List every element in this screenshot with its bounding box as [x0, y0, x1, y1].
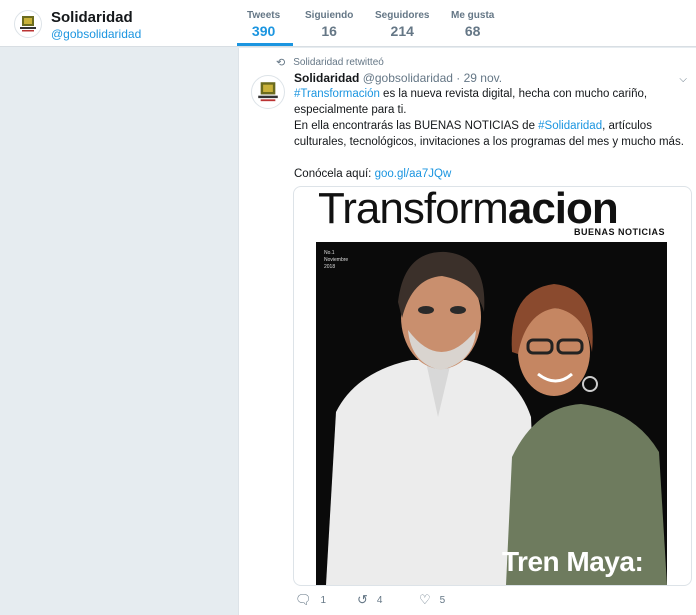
reply-icon: 🗨: [295, 592, 312, 607]
stat-label: Tweets: [247, 10, 281, 21]
tweet-card[interactable]: ⟲ Solidaridad retwitteó Solidaridad @gob…: [238, 48, 696, 615]
tweet-media-image[interactable]: Transformacion BUENAS NOTICIAS No.1 Novi…: [293, 186, 692, 586]
stat-value: 390: [251, 23, 276, 39]
reply-count: 1: [320, 594, 327, 606]
cover-headline: Tren Maya:: [502, 546, 644, 577]
retweet-context-label[interactable]: Solidaridad retwitteó: [293, 57, 384, 68]
magazine-title: Transformacion: [318, 186, 619, 233]
left-sidebar: [0, 47, 237, 615]
stat-likes[interactable]: Me gusta 68: [451, 10, 494, 39]
tweet-author-handle[interactable]: @gobsolidaridad: [363, 71, 453, 85]
hashtag-link[interactable]: #Solidaridad: [538, 120, 602, 132]
magazine-title-bold: acion: [507, 186, 619, 233]
like-count: 5: [439, 594, 446, 606]
profile-handle[interactable]: @gobsolidaridad: [51, 27, 141, 41]
magazine-subtitle: BUENAS NOTICIAS: [573, 227, 665, 237]
url-link[interactable]: goo.gl/aa7JQw: [375, 168, 452, 180]
tweet-header: Solidaridad @gobsolidaridad · 29 nov.: [294, 71, 502, 85]
tweet-date[interactable]: 29 nov.: [464, 71, 502, 85]
stat-label: Seguidores: [375, 10, 430, 21]
solidaridad-logo-icon: [20, 16, 36, 32]
heart-icon: ♡: [419, 592, 431, 607]
tweet-text: #Transformación es la nueva revista digi…: [294, 86, 694, 182]
retweet-icon: ↺: [357, 592, 368, 607]
active-tab-indicator: [237, 43, 293, 46]
tweet-text-segment: En ella encontrarás las BUENAS NOTICIAS …: [294, 120, 539, 132]
stat-value: 214: [390, 23, 414, 39]
cover-portrait-illustration: [326, 251, 667, 585]
hashtag-link[interactable]: #Transformación: [294, 88, 380, 100]
like-button[interactable]: ♡ 5: [419, 592, 445, 608]
profile-avatar[interactable]: [14, 10, 42, 38]
tweet-text-paragraph-2: En ella encontrarás las BUENAS NOTICIAS …: [294, 118, 694, 166]
stat-label: Me gusta: [451, 10, 495, 21]
stat-tweets[interactable]: Tweets 390: [247, 10, 280, 39]
profile-name[interactable]: Solidaridad: [51, 9, 133, 26]
stat-following[interactable]: Siguiendo 16: [305, 10, 353, 39]
tweet-author-name[interactable]: Solidaridad: [294, 71, 359, 85]
reply-button[interactable]: 🗨 1: [295, 592, 326, 608]
header-separator: ·: [456, 71, 461, 85]
magazine-title-light: Transform: [318, 186, 509, 233]
tweet-text-segment: Conócela aquí:: [294, 168, 375, 180]
tweet-text-paragraph-1: #Transformación es la nueva revista digi…: [294, 86, 694, 118]
retweet-button[interactable]: ↺ 4: [357, 592, 382, 608]
profile-nav-bar: Solidaridad @gobsolidaridad Tweets 390 S…: [0, 0, 696, 47]
stat-value: 16: [321, 23, 337, 39]
retweet-context: ⟲ Solidaridad retwitteó: [276, 56, 384, 69]
chevron-down-icon[interactable]: ⌵: [679, 74, 687, 85]
tweet-author-avatar[interactable]: [251, 75, 285, 109]
retweet-count: 4: [376, 594, 383, 606]
stat-value: 68: [464, 23, 481, 39]
stat-label: Siguiendo: [305, 10, 354, 21]
solidaridad-logo-icon: [258, 82, 278, 102]
tweet-text-paragraph-3: Conócela aquí: goo.gl/aa7JQw: [294, 166, 694, 182]
retweet-icon: ⟲: [276, 57, 286, 69]
cover-photo: No.1 Noviembre 2018 Tren Maya:: [316, 242, 667, 585]
stat-followers[interactable]: Seguidores 214: [375, 10, 429, 39]
